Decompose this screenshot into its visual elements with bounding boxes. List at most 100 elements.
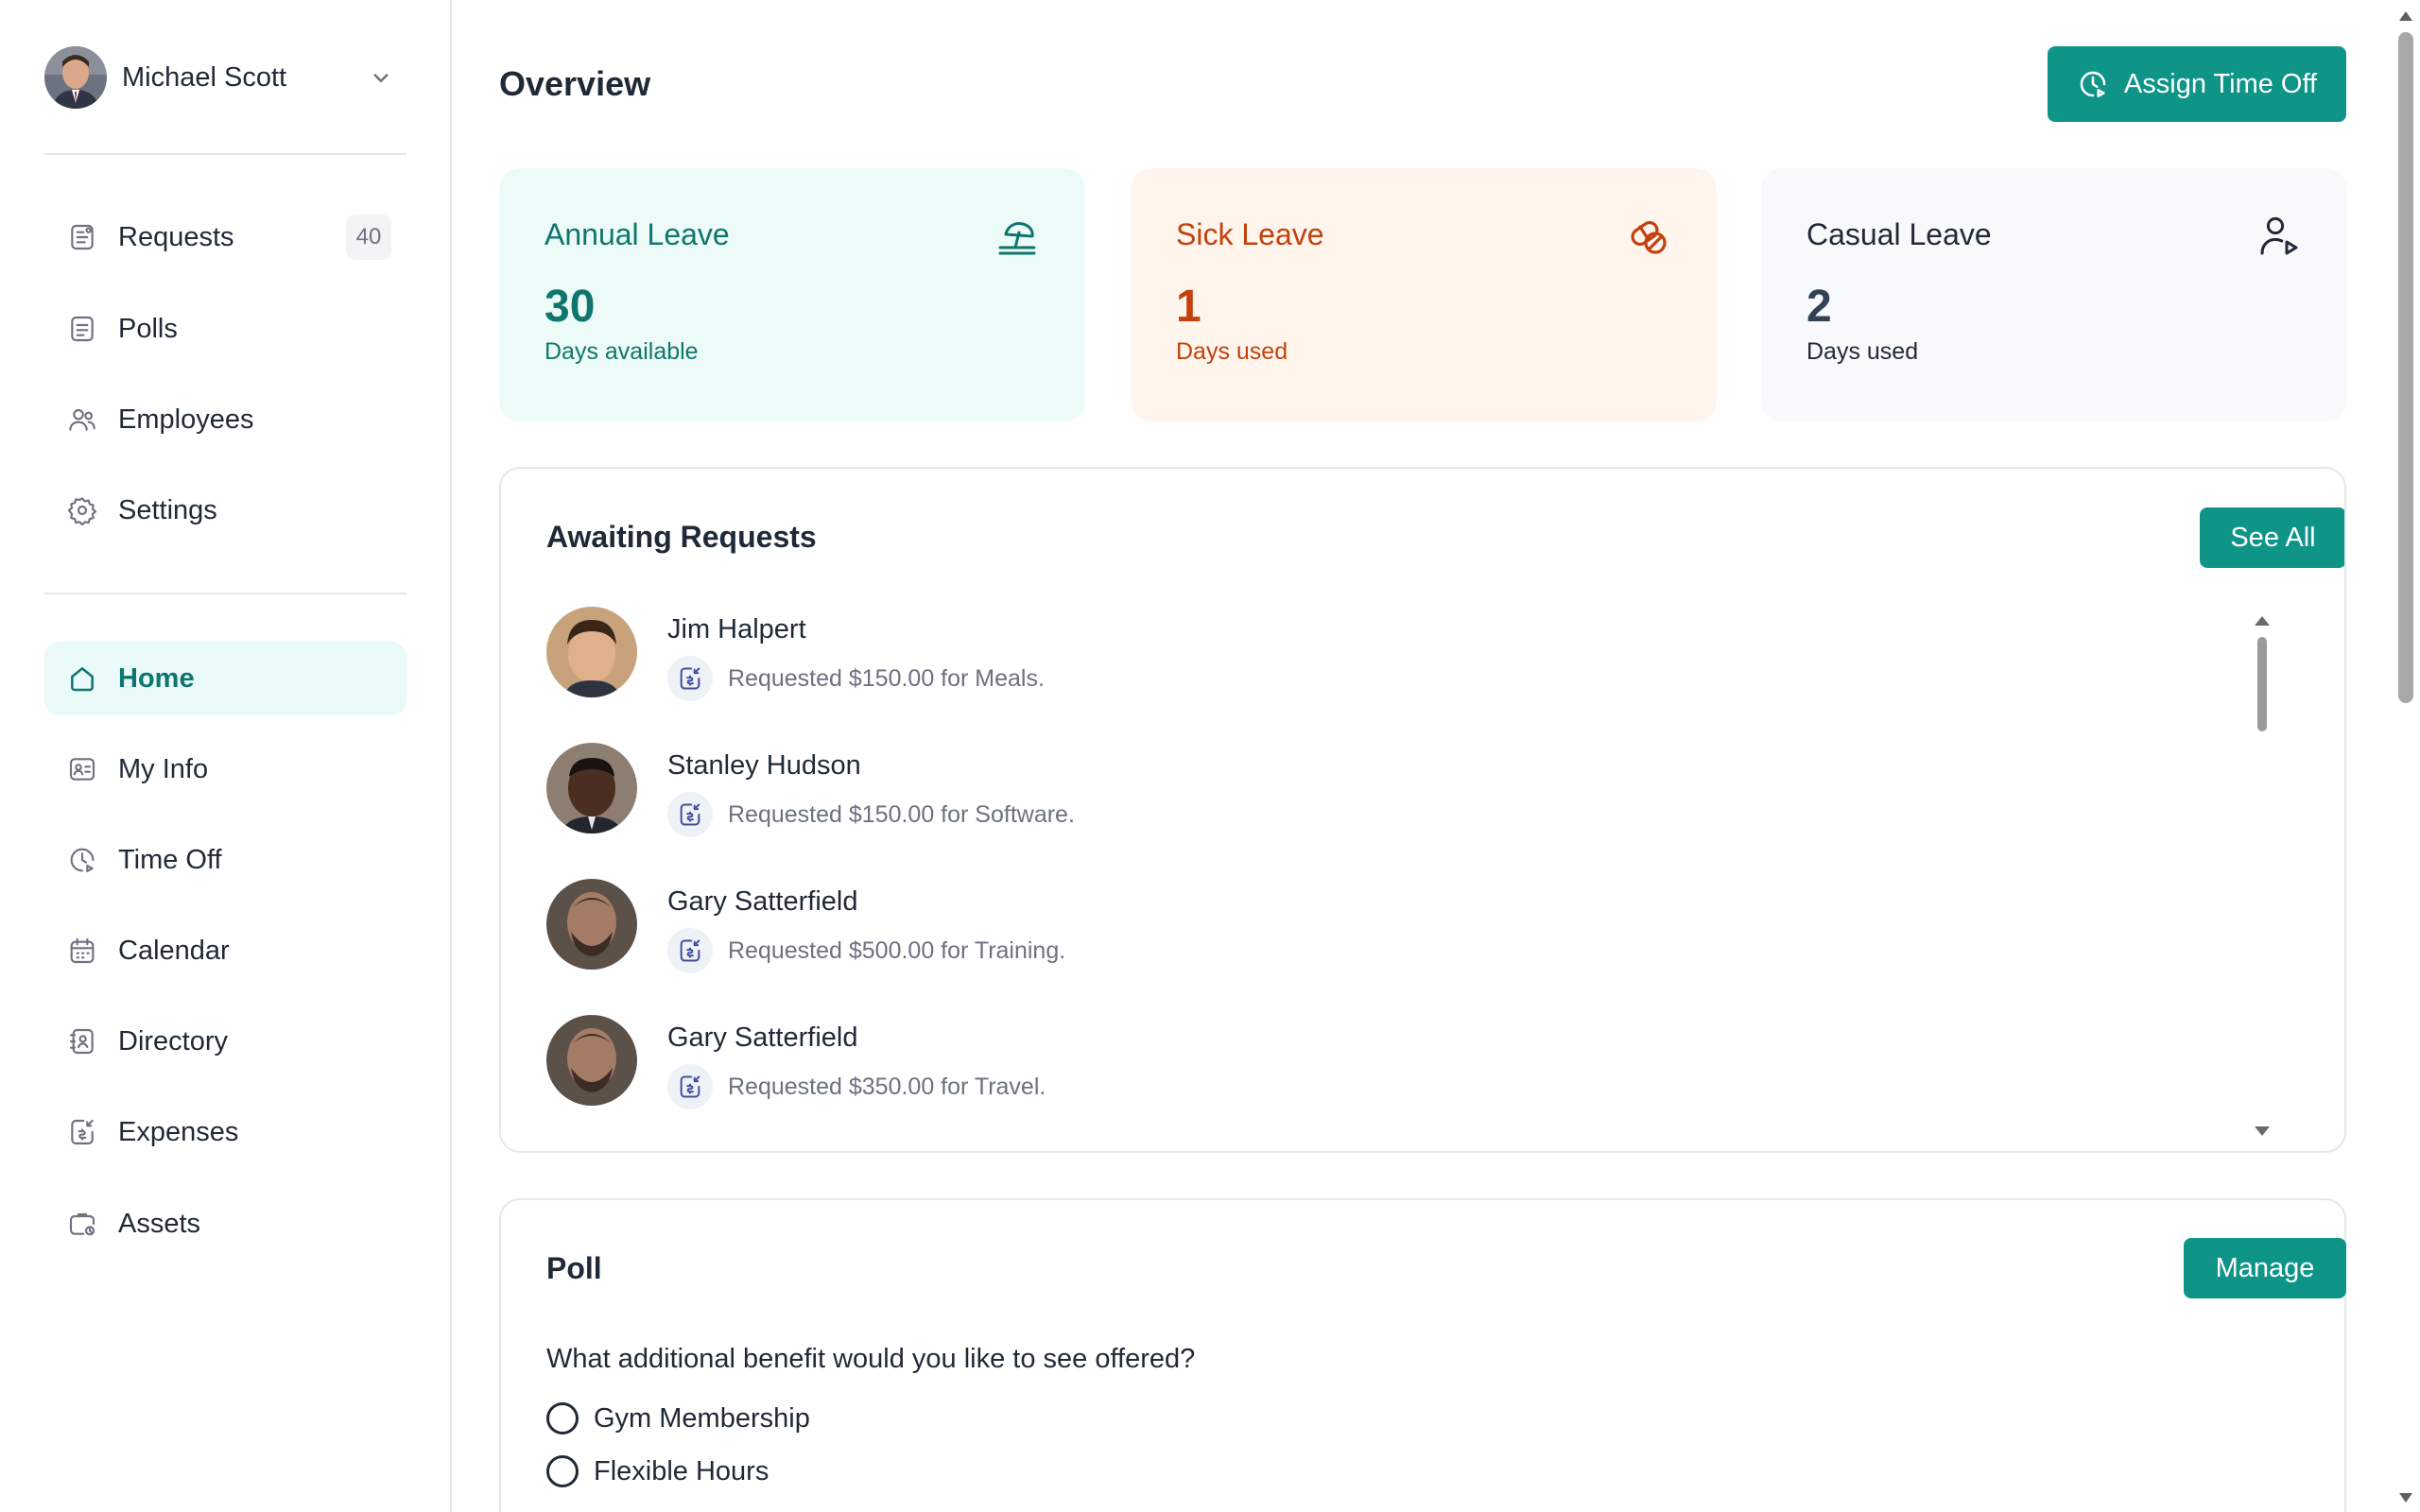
main-content: Overview Assign Time Off Annual Leave 30…	[454, 0, 2392, 1512]
awaiting-requests-title: Awaiting Requests	[546, 520, 817, 554]
expense-icon	[71, 1119, 94, 1145]
leave-card-subtitle: Days used	[1176, 338, 1288, 365]
sidebar-item-assets[interactable]: Assets	[44, 1187, 406, 1261]
request-type-badge	[667, 1064, 713, 1109]
leave-card-title: Sick Leave	[1176, 217, 1324, 251]
assign-time-off-button[interactable]: Assign Time Off	[2048, 46, 2346, 122]
request-description: Requested $350.00 for Travel.	[728, 1074, 1046, 1100]
requests-icon	[71, 224, 94, 250]
leave-card-subtitle: Days available	[544, 338, 699, 365]
gear-icon	[67, 497, 97, 525]
sidebar-item-label: Time Off	[118, 844, 222, 875]
poll-option[interactable]: Gym Membership	[546, 1402, 810, 1435]
sidebar: Michael Scott Requests 40 Polls Employee…	[0, 0, 452, 1512]
calendar-icon	[70, 937, 95, 964]
employees-icon	[69, 408, 95, 431]
user-play-icon	[2260, 216, 2298, 255]
sidebar-item-settings[interactable]: Settings	[44, 473, 406, 547]
poll-option-label: Gym Membership	[594, 1402, 810, 1434]
home-icon	[71, 667, 94, 692]
request-type-badge	[667, 792, 713, 837]
sidebar-item-label: Employees	[118, 404, 254, 435]
manage-poll-button[interactable]: Manage	[2184, 1238, 2346, 1298]
contacts-icon	[69, 1028, 94, 1055]
radio-button[interactable]	[546, 1455, 579, 1487]
expense-icon	[680, 667, 700, 690]
leave-card-value: 1	[1176, 282, 1201, 332]
avatar	[546, 743, 637, 833]
id-card-icon	[69, 758, 95, 781]
request-employee-name: Gary Satterfield	[667, 886, 858, 917]
request-item[interactable]: Gary Satterfield Requested $350.00 for T…	[546, 1015, 1964, 1109]
sidebar-item-home[interactable]: Home	[44, 642, 406, 715]
request-employee-name: Jim Halpert	[667, 614, 806, 644]
requests-count-badge: 40	[346, 215, 391, 260]
poll-title: Poll	[546, 1251, 602, 1285]
request-description: Requested $150.00 for Meals.	[728, 665, 1045, 692]
avatar	[44, 46, 107, 109]
leave-card-title: Annual Leave	[544, 217, 730, 251]
poll-question: What additional benefit would you like t…	[546, 1344, 1196, 1374]
request-type-badge	[667, 656, 713, 701]
sidebar-item-directory[interactable]: Directory	[44, 1005, 406, 1078]
beach-icon	[998, 222, 1036, 255]
sidebar-item-employees[interactable]: Employees	[44, 383, 406, 456]
sidebar-item-label: Assets	[118, 1208, 201, 1239]
leave-card-title: Casual Leave	[1806, 217, 1992, 251]
avatar	[546, 879, 637, 970]
sidebar-divider	[44, 153, 406, 155]
briefcase-icon	[69, 1212, 95, 1236]
sidebar-item-label: Directory	[118, 1025, 229, 1057]
request-type-badge	[667, 928, 713, 973]
avatar	[546, 607, 637, 697]
sidebar-item-label: My Info	[118, 753, 209, 784]
sidebar-item-my-info[interactable]: My Info	[44, 732, 406, 806]
poll-option[interactable]: Flexible Hours	[546, 1455, 769, 1487]
leave-card-value: 2	[1806, 282, 1832, 332]
clock-icon	[2080, 71, 2106, 97]
request-employee-name: Gary Satterfield	[667, 1022, 858, 1053]
sidebar-item-label: Requests	[118, 221, 234, 252]
sidebar-item-label: Calendar	[118, 935, 230, 966]
request-employee-name: Stanley Hudson	[667, 750, 861, 781]
poll-option-label: Flexible Hours	[594, 1455, 769, 1486]
sidebar-item-calendar[interactable]: Calendar	[44, 914, 406, 988]
sidebar-item-label: Polls	[118, 313, 178, 344]
sidebar-item-expenses[interactable]: Expenses	[44, 1095, 406, 1169]
profile-name: Michael Scott	[122, 61, 287, 93]
leave-card-value: 30	[544, 282, 596, 332]
sidebar-item-label: Expenses	[118, 1116, 239, 1147]
page-title: Overview	[499, 64, 651, 103]
sidebar-item-polls[interactable]: Polls	[44, 292, 406, 366]
request-description: Requested $500.00 for Training.	[728, 937, 1066, 964]
polls-icon	[71, 316, 94, 342]
casual-leave-card: Casual Leave 2 Days used	[1761, 168, 2347, 421]
request-description: Requested $150.00 for Software.	[728, 801, 1075, 828]
sidebar-item-requests[interactable]: Requests 40	[44, 200, 406, 274]
request-item[interactable]: Jim Halpert Requested $150.00 for Meals.	[546, 607, 1964, 701]
expense-icon	[680, 1075, 700, 1098]
annual-leave-card: Annual Leave 30 Days available	[499, 168, 1085, 421]
sick-leave-card: Sick Leave 1 Days used	[1131, 168, 1717, 421]
sidebar-divider	[44, 593, 406, 594]
sidebar-item-time-off[interactable]: Time Off	[44, 823, 406, 897]
profile-switcher[interactable]: Michael Scott	[44, 46, 406, 109]
chevron-down-icon	[373, 74, 389, 82]
expense-icon	[680, 939, 700, 962]
leave-card-subtitle: Days used	[1806, 338, 1919, 365]
clock-icon	[70, 848, 95, 872]
expense-icon	[680, 803, 700, 826]
assign-time-off-label: Assign Time Off	[2123, 68, 2318, 99]
avatar	[546, 1015, 637, 1106]
poll-panel: Poll Manage What additional benefit woul…	[499, 1198, 2346, 1512]
sidebar-item-label: Settings	[118, 494, 217, 525]
request-item[interactable]: Gary Satterfield Requested $500.00 for T…	[546, 879, 1964, 973]
radio-button[interactable]	[546, 1402, 579, 1435]
request-item[interactable]: Stanley Hudson Requested $150.00 for Sof…	[546, 743, 1964, 837]
awaiting-requests-panel: Awaiting Requests See All Jim Halpert Re…	[499, 467, 2346, 1153]
sidebar-item-label: Home	[118, 662, 195, 694]
page-scrollbar[interactable]	[2392, 0, 2420, 1512]
pill-icon	[1631, 220, 1667, 254]
see-all-button[interactable]: See All	[2200, 507, 2344, 568]
requests-scrollbar[interactable]	[2250, 610, 2274, 1140]
